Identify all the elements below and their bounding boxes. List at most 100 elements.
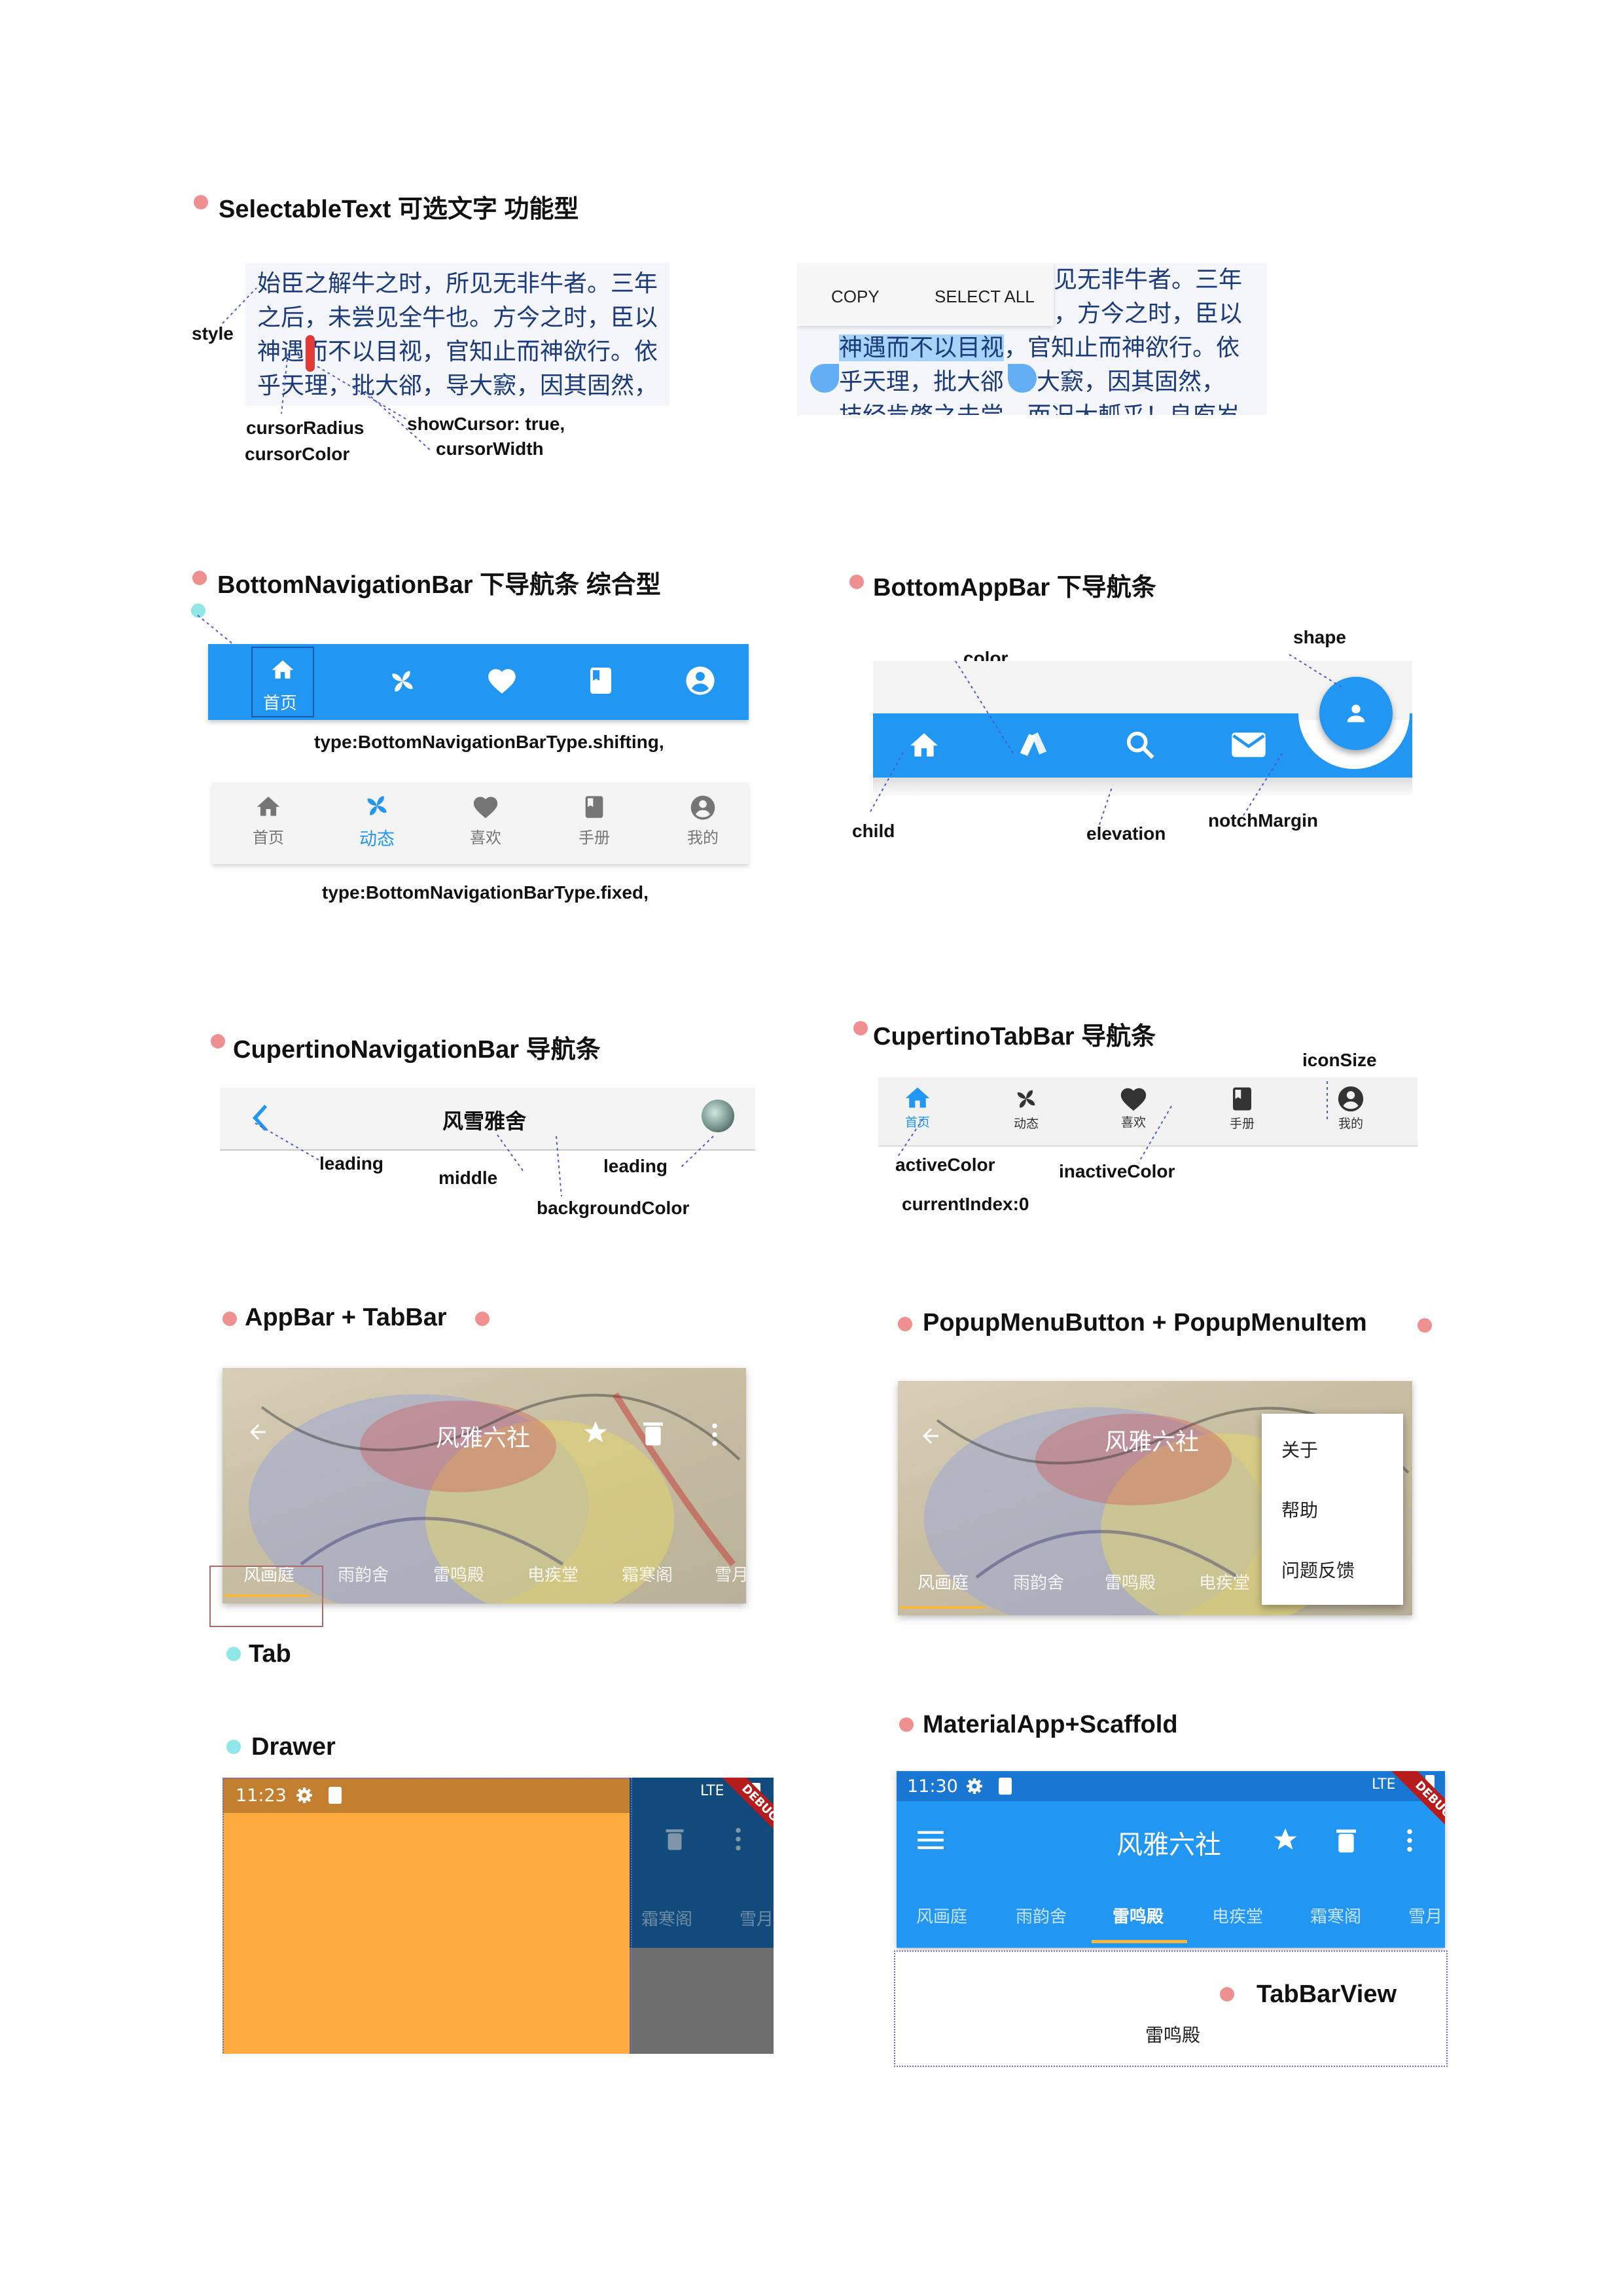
tab-4[interactable]: 霜寒阁 (622, 1562, 673, 1586)
selectable-text-selection-demo: 见无非牛者。三年 ，方今之时，臣以 神遇而不以目视，官知止而神欲行。依 乎天理，… (797, 263, 1267, 415)
delete-icon[interactable] (665, 1827, 685, 1851)
label-fixed: type:BottomNavigationBarType.fixed, (322, 882, 649, 903)
selection-toolbar: COPY SELECT ALL (797, 263, 1054, 326)
nav-item-home[interactable]: 首页 (251, 647, 314, 717)
nav-item-manual[interactable]: 手册 (562, 793, 627, 848)
label-shifting: type:BottomNavigationBarType.shifting, (314, 732, 664, 752)
section-title-popup: PopupMenuButton + PopupMenuItem (923, 1309, 1367, 1336)
tab-3[interactable]: 电疾堂 (1212, 1903, 1263, 1928)
nav-item-like[interactable]: 喜欢 (453, 793, 518, 848)
text-line: 见无非牛者。三年 (1054, 266, 1243, 293)
annotation-lines (222, 287, 433, 452)
popup-demo: 风雅六社 风画庭 雨韵舍 雷鸣殿 电疾堂 关于 帮助 问题反馈 (898, 1381, 1412, 1615)
bullet-dot (226, 1740, 241, 1754)
delete-icon[interactable] (1335, 1827, 1357, 1854)
text-line-selected-row: 神遇而不以目视，官知止而神欲行。依 (839, 331, 1240, 365)
pinwheel-icon (367, 796, 387, 816)
section-title-drawer: Drawer (251, 1733, 336, 1761)
bullet-dot (211, 1034, 225, 1049)
text-line-start: 乎天理，批大郤 (839, 368, 1005, 395)
tab-3[interactable]: 电疾堂 (1199, 1570, 1250, 1594)
tab-0[interactable]: 风画庭 (918, 1570, 969, 1594)
bullet-dot (853, 1021, 868, 1035)
tab-item[interactable]: 霜寒阁 (641, 1906, 692, 1930)
nav-item-label: 我的 (687, 829, 719, 847)
more-vert-icon[interactable] (711, 1423, 719, 1446)
tab-1[interactable]: 雨韵舍 (338, 1562, 389, 1586)
text-line: ，官知止而神欲行。依 (1004, 334, 1240, 361)
more-vert-icon[interactable] (1406, 1829, 1414, 1852)
nav-item-home[interactable]: 首页 (236, 793, 301, 848)
annotation-lines (870, 654, 1342, 825)
tab-indicator (1092, 1940, 1187, 1943)
popup-menu: 关于 帮助 问题反馈 (1262, 1414, 1403, 1605)
drawer-outline (223, 1778, 632, 2054)
home-icon (257, 797, 280, 816)
menu-item-about[interactable]: 关于 (1262, 1420, 1403, 1480)
drawer-demo: 霜寒阁 雪月 LTE DEBUG 11:23 (223, 1778, 774, 2054)
nav-item-label: 喜欢 (470, 829, 501, 847)
nav-item-label: 动态 (359, 829, 395, 850)
appbar-title: 风雅六社 (1116, 1830, 1221, 1860)
section-title-material: MaterialApp+Scaffold (923, 1711, 1178, 1738)
network-status: LTE (1372, 1776, 1396, 1793)
annotation-lines (896, 1081, 1328, 1163)
appbar-title: 风雅六社 (1105, 1429, 1200, 1456)
star-icon[interactable] (581, 1419, 610, 1446)
menu-item-feedback[interactable]: 问题反馈 (1262, 1541, 1403, 1601)
menu-icon[interactable] (918, 1830, 944, 1850)
appbar-title: 风雅六社 (436, 1425, 531, 1452)
back-arrow-icon[interactable] (245, 1420, 271, 1444)
bullet-dot (849, 575, 864, 589)
sim-card-icon (999, 1778, 1012, 1795)
nav-item-dynamic[interactable]: 动态 (344, 789, 410, 850)
back-arrow-icon[interactable] (918, 1424, 944, 1448)
text-line: ，方今之时，臣以 (1054, 300, 1243, 327)
select-all-button[interactable]: SELECT ALL (935, 287, 1035, 307)
section-title-bottom-nav: BottomNavigationBar 下导航条 综合型 (217, 571, 661, 599)
tab-2-selected[interactable]: 雷鸣殿 (1113, 1903, 1164, 1928)
tab-1[interactable]: 雨韵舍 (1013, 1570, 1064, 1594)
tab-0[interactable]: 风画庭 (916, 1903, 967, 1928)
bullet-dot (475, 1312, 490, 1326)
settings-icon (966, 1778, 983, 1795)
tab-4[interactable]: 霜寒阁 (1310, 1903, 1361, 1928)
section-title-cupertino-tab: CupertinoTabBar 导航条 (873, 1023, 1156, 1050)
bullet-dot (192, 571, 207, 585)
selected-text[interactable]: 神遇而不以目视 (839, 334, 1005, 361)
bullet-dot (899, 1717, 914, 1732)
bullet-dot (223, 1312, 237, 1326)
star-icon[interactable] (1271, 1826, 1300, 1854)
tab-5[interactable]: 雪月 (1408, 1903, 1442, 1928)
pinwheel-icon[interactable] (385, 664, 420, 699)
section-title-tab: Tab (249, 1640, 291, 1668)
section-title-bottom-appbar: BottomAppBar 下导航条 (873, 574, 1156, 601)
bullet-dot (1418, 1318, 1432, 1333)
network-status: LTE (700, 1783, 724, 1799)
heart-icon[interactable] (486, 665, 518, 698)
heart-icon (473, 797, 498, 819)
tab-1[interactable]: 雨韵舍 (1016, 1903, 1067, 1928)
bullet-dot (1220, 1987, 1234, 2001)
material-scaffold-demo: 11:30 LTE DEBUG 风雅六社 风画庭 雨韵舍 雷鸣殿 电疾堂 霜寒阁… (897, 1771, 1445, 1948)
text-line: 导大窾，因其固然， (1013, 368, 1226, 395)
selection-handle-right[interactable] (1008, 364, 1037, 393)
delete-icon[interactable] (641, 1420, 665, 1446)
tabbarview-content: 雷鸣殿 (1145, 2024, 1201, 2046)
bullet-dot (898, 1317, 912, 1331)
tab-5[interactable]: 雪月 (715, 1562, 746, 1586)
selection-handle-left[interactable] (810, 364, 839, 393)
nav-item-label: 手册 (579, 829, 610, 847)
tabbarview-label: TabBarView (1257, 1981, 1397, 2008)
tab-3[interactable]: 电疾堂 (527, 1562, 579, 1586)
nav-item-mine[interactable]: 我的 (670, 793, 736, 848)
tab-2[interactable]: 雷鸣殿 (433, 1562, 484, 1586)
tab-item[interactable]: 雪月 (740, 1906, 774, 1930)
copy-button[interactable]: COPY (831, 287, 880, 307)
tab-2[interactable]: 雷鸣殿 (1105, 1570, 1156, 1594)
book-icon[interactable] (585, 664, 616, 698)
menu-item-help[interactable]: 帮助 (1262, 1480, 1403, 1541)
account-icon[interactable] (683, 664, 717, 698)
more-vert-icon[interactable] (734, 1827, 742, 1851)
bottom-nav-fixed: 首页 动态 喜欢 手册 我的 (212, 783, 749, 864)
